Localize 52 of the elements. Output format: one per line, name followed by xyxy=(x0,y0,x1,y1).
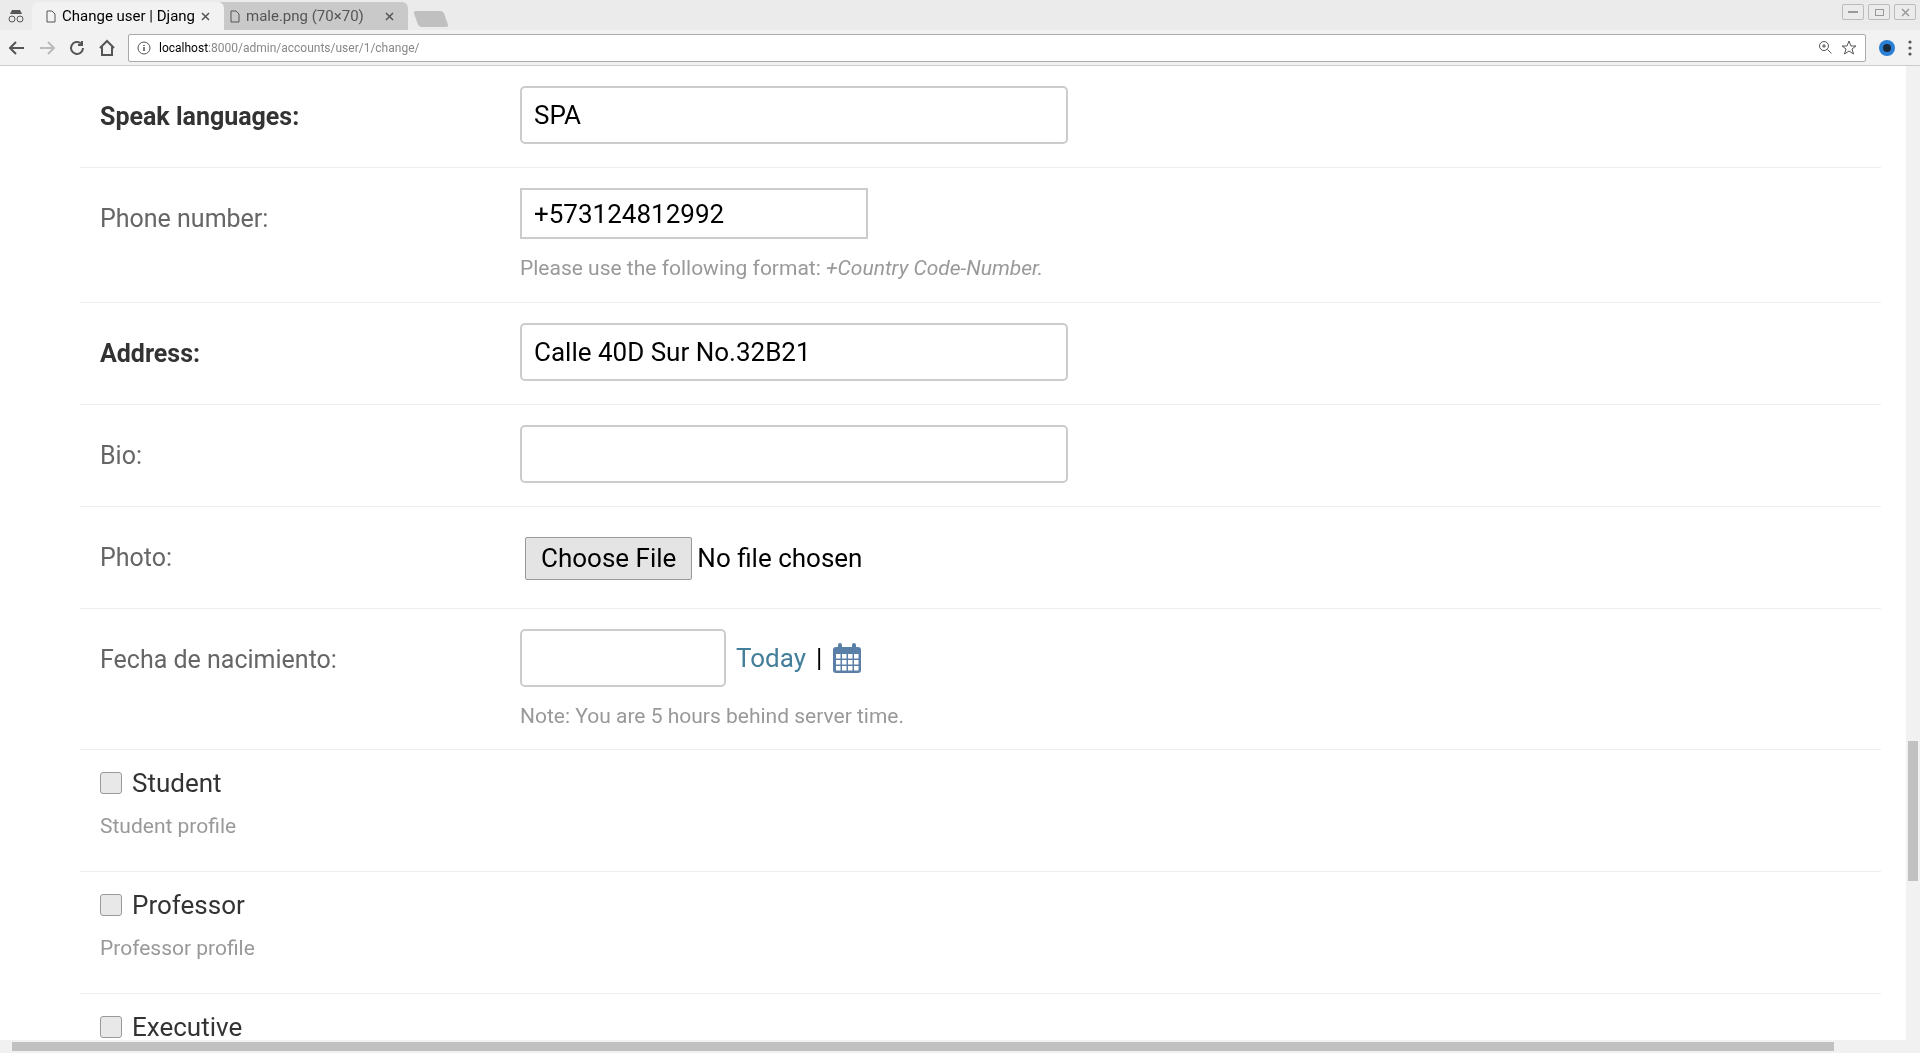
restore-button[interactable] xyxy=(1868,4,1890,20)
minimize-button[interactable] xyxy=(1842,4,1864,20)
incognito-icon xyxy=(7,9,25,23)
checkbox-label: Student xyxy=(132,766,222,800)
field-label: Bio: xyxy=(100,440,143,472)
text-input[interactable]: +573124812992 xyxy=(520,188,868,239)
close-button[interactable] xyxy=(1894,4,1916,20)
horizontal-scrollbar[interactable] xyxy=(0,1040,1920,1053)
field-label: Speak languages: xyxy=(100,101,301,133)
choose-file-button[interactable]: Choose File xyxy=(525,537,693,580)
zoom-icon[interactable] xyxy=(1818,40,1833,55)
field-label: Address: xyxy=(100,338,202,370)
field-label: Fecha de nacimiento: xyxy=(100,644,338,676)
text-input[interactable] xyxy=(520,425,1068,483)
help-text: Note: You are 5 hours behind server time. xyxy=(520,703,905,730)
checkbox[interactable] xyxy=(100,1016,122,1038)
checkbox-label: Executive xyxy=(132,1010,243,1040)
text-input[interactable]: Calle 40D Sur No.32B21 xyxy=(520,323,1068,381)
reload-icon[interactable] xyxy=(68,38,86,57)
help-text: Please use the following format: +Country Code-Number. xyxy=(520,255,1044,282)
field-label: Phone number: xyxy=(100,203,270,235)
help-text: Professor profile xyxy=(100,934,256,962)
checkbox-label: Professor xyxy=(132,888,245,922)
close-icon[interactable] xyxy=(385,11,394,21)
text-input[interactable]: SPA xyxy=(520,86,1068,144)
url-text: localhost:8000/admin/accounts/user/1/change/ xyxy=(159,39,420,57)
checkbox[interactable] xyxy=(100,894,122,916)
file-status: No file chosen xyxy=(697,542,863,575)
info-icon xyxy=(137,40,151,55)
menu-icon[interactable] xyxy=(1908,39,1912,56)
field-label: Photo: xyxy=(100,542,174,574)
date-input[interactable] xyxy=(520,629,726,687)
separator: | xyxy=(816,641,823,675)
address-bar[interactable]: localhost:8000/admin/accounts/user/1/change/ xyxy=(128,33,1866,62)
tab-title: Change user | Djang xyxy=(62,5,195,27)
checkbox[interactable] xyxy=(100,772,122,794)
page-icon xyxy=(230,9,240,23)
forward-icon[interactable] xyxy=(38,38,56,57)
close-icon xyxy=(1900,7,1910,17)
page-icon xyxy=(46,9,56,23)
today-link[interactable]: Today xyxy=(736,638,806,678)
browser-tab[interactable]: Change user | Djang xyxy=(32,2,224,30)
help-text: Student profile xyxy=(100,812,238,840)
calendar-icon[interactable] xyxy=(832,642,863,674)
vertical-scrollbar[interactable] xyxy=(1906,66,1920,1040)
star-icon[interactable] xyxy=(1841,39,1857,56)
back-icon[interactable] xyxy=(8,38,26,57)
close-icon[interactable] xyxy=(201,11,210,21)
home-icon[interactable] xyxy=(98,38,116,57)
tab-title: male.png (70×70) xyxy=(246,5,365,27)
new-tab-button[interactable] xyxy=(413,11,449,27)
extension-icon[interactable] xyxy=(1878,38,1896,57)
